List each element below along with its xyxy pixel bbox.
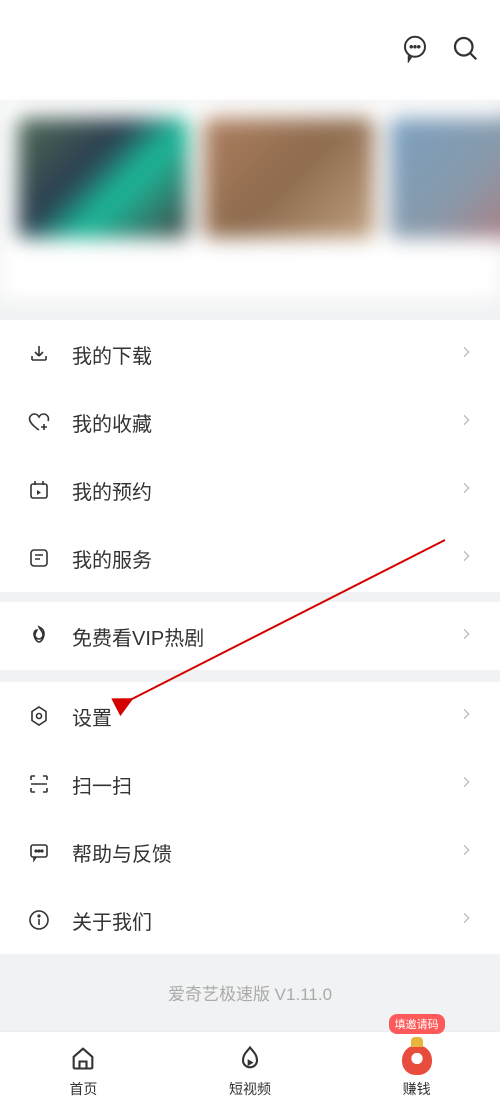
row-services[interactable]: 我的服务 bbox=[0, 524, 500, 592]
tab-label: 短视频 bbox=[229, 1079, 271, 1099]
menu-group-3: 设置 扫一扫 帮助与反馈 关于我们 bbox=[0, 682, 500, 954]
tab-label: 首页 bbox=[69, 1079, 97, 1099]
chevron-right-icon bbox=[458, 626, 474, 647]
list-icon bbox=[26, 545, 52, 571]
info-icon bbox=[26, 907, 52, 933]
header bbox=[0, 0, 500, 100]
row-label: 我的下载 bbox=[72, 340, 458, 369]
menu-group-2: 免费看VIP热剧 bbox=[0, 602, 500, 670]
row-help[interactable]: 帮助与反馈 bbox=[0, 818, 500, 886]
menu-group-1: 我的下载 我的收藏 我的预约 我的服务 bbox=[0, 320, 500, 592]
drop-flame-icon bbox=[236, 1044, 264, 1075]
calendar-icon bbox=[26, 477, 52, 503]
row-label: 我的预约 bbox=[72, 476, 458, 505]
search-icon[interactable] bbox=[450, 33, 480, 68]
row-label: 我的收藏 bbox=[72, 408, 458, 437]
row-reserve[interactable]: 我的预约 bbox=[0, 456, 500, 524]
chat-icon[interactable] bbox=[400, 33, 430, 68]
chevron-right-icon bbox=[458, 480, 474, 501]
row-label: 关于我们 bbox=[72, 906, 458, 935]
chevron-right-icon bbox=[458, 548, 474, 569]
gear-icon bbox=[26, 703, 52, 729]
download-icon bbox=[26, 341, 52, 367]
chevron-right-icon bbox=[458, 706, 474, 727]
tab-short-video[interactable]: 短视频 bbox=[167, 1032, 334, 1111]
row-label: 免费看VIP热剧 bbox=[72, 622, 458, 651]
chevron-right-icon bbox=[458, 344, 474, 365]
row-favorites[interactable]: 我的收藏 bbox=[0, 388, 500, 456]
tab-bar: 首页 短视频 填邀请码 赚钱 bbox=[0, 1031, 500, 1111]
heart-plus-icon bbox=[26, 409, 52, 435]
chevron-right-icon bbox=[458, 910, 474, 931]
history-thumb[interactable] bbox=[390, 118, 500, 238]
version-footer: 爱奇艺极速版 V1.11.0 bbox=[0, 980, 500, 1005]
screen: 我的下载 我的收藏 我的预约 我的服务 bbox=[0, 0, 500, 1111]
row-label: 设置 bbox=[72, 702, 458, 731]
row-label: 帮助与反馈 bbox=[72, 838, 458, 867]
history-thumb[interactable] bbox=[18, 118, 188, 238]
money-bag-icon bbox=[402, 1045, 432, 1075]
tab-label: 赚钱 bbox=[403, 1079, 431, 1099]
chevron-right-icon bbox=[458, 412, 474, 433]
row-scan[interactable]: 扫一扫 bbox=[0, 750, 500, 818]
row-label: 我的服务 bbox=[72, 544, 458, 573]
invite-bubble: 填邀请码 bbox=[389, 1014, 445, 1034]
tab-home[interactable]: 首页 bbox=[0, 1032, 167, 1111]
tab-earn[interactable]: 填邀请码 赚钱 bbox=[333, 1032, 500, 1111]
row-label: 扫一扫 bbox=[72, 770, 458, 799]
row-about[interactable]: 关于我们 bbox=[0, 886, 500, 954]
history-thumb[interactable] bbox=[204, 118, 374, 238]
flame-icon bbox=[26, 623, 52, 649]
feedback-icon bbox=[26, 839, 52, 865]
history-area bbox=[0, 100, 500, 300]
scan-icon bbox=[26, 771, 52, 797]
row-settings[interactable]: 设置 bbox=[0, 682, 500, 750]
home-icon bbox=[69, 1044, 97, 1075]
row-vip-hot[interactable]: 免费看VIP热剧 bbox=[0, 602, 500, 670]
chevron-right-icon bbox=[458, 774, 474, 795]
chevron-right-icon bbox=[458, 842, 474, 863]
row-downloads[interactable]: 我的下载 bbox=[0, 320, 500, 388]
